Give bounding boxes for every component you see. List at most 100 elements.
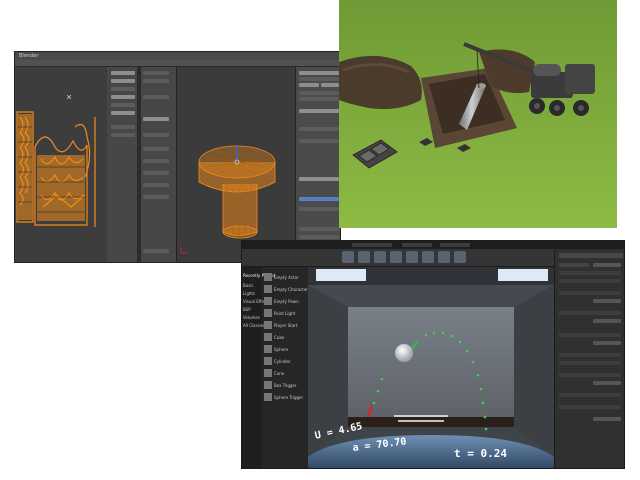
details-row[interactable]	[559, 405, 621, 409]
category-basic[interactable]: Basic	[243, 283, 254, 288]
tool-row[interactable]	[111, 133, 135, 137]
actor-thumbnail	[264, 309, 272, 317]
tool-row[interactable]	[143, 71, 169, 75]
details-panel[interactable]	[554, 249, 624, 468]
details-row[interactable]	[559, 271, 621, 275]
tool-row[interactable]	[143, 159, 169, 163]
actor-list-item[interactable]: Empty Pawn	[274, 299, 299, 304]
details-search[interactable]	[559, 253, 623, 258]
tool-row[interactable]	[143, 79, 169, 83]
tool-row[interactable]	[143, 195, 169, 199]
actor-thumbnail	[264, 369, 272, 377]
editor-tab[interactable]	[352, 243, 392, 247]
actor-list-item[interactable]: Point Light	[274, 311, 295, 316]
editor-title-bar	[242, 241, 624, 249]
tool-row[interactable]	[111, 103, 135, 107]
actor-list-item[interactable]: Box Trigger	[274, 383, 297, 388]
details-row[interactable]	[593, 381, 621, 385]
details-row[interactable]	[559, 333, 621, 337]
actor-list-item[interactable]: Sphere	[274, 347, 288, 352]
editor-tab[interactable]	[440, 243, 470, 247]
details-row[interactable]	[593, 417, 621, 421]
actor-thumbnail	[264, 273, 272, 281]
details-row[interactable]	[559, 311, 621, 315]
source-control-icon[interactable]	[358, 251, 370, 263]
uv-image-editor[interactable]	[15, 67, 107, 262]
category-lights[interactable]: Lights	[243, 291, 255, 296]
blueprints-icon[interactable]	[422, 251, 434, 263]
props-row[interactable]	[299, 227, 339, 231]
actor-list-item[interactable]: Cone	[274, 371, 284, 376]
selected-props-row[interactable]	[299, 197, 339, 201]
panel-scrollbar[interactable]	[137, 67, 141, 262]
props-row[interactable]	[299, 235, 339, 239]
category-volumes[interactable]: Volumes	[243, 315, 260, 320]
actor-list-item[interactable]: Empty Character	[274, 287, 308, 292]
actor-list-item[interactable]: Cylinder	[274, 359, 291, 364]
details-row[interactable]	[559, 263, 589, 267]
tool-row[interactable]	[143, 183, 169, 187]
projectile-ball	[395, 344, 413, 362]
properties-panel[interactable]	[295, 67, 340, 262]
tool-row[interactable]	[143, 147, 169, 151]
cinematics-icon[interactable]	[438, 251, 450, 263]
details-row[interactable]	[559, 361, 621, 365]
details-row[interactable]	[593, 299, 621, 303]
actor-thumbnail	[264, 381, 272, 389]
tool-shelf-panel[interactable]	[107, 67, 177, 262]
actor-list-item[interactable]: Player Start	[274, 323, 298, 328]
props-row[interactable]	[299, 139, 339, 143]
game-scene-view	[339, 0, 617, 228]
actor-thumbnail	[264, 297, 272, 305]
marketplace-icon[interactable]	[390, 251, 402, 263]
room-scene	[308, 267, 554, 468]
actor-list-item[interactable]: Sphere Trigger	[274, 395, 303, 400]
details-row[interactable]	[559, 291, 621, 295]
props-row[interactable]	[299, 77, 339, 81]
tool-row[interactable]	[143, 171, 169, 175]
details-row[interactable]	[593, 319, 621, 323]
editor-tab[interactable]	[402, 243, 432, 247]
details-row[interactable]	[559, 279, 621, 283]
props-row[interactable]	[299, 127, 339, 131]
props-row[interactable]	[299, 97, 339, 101]
tool-row[interactable]	[143, 249, 169, 253]
tool-row[interactable]	[143, 117, 169, 121]
tool-row[interactable]	[111, 111, 135, 115]
level-viewport[interactable]: U = 4.65 a = 70.70 t = 0.24	[308, 267, 554, 468]
tool-row[interactable]	[111, 125, 135, 129]
props-row[interactable]	[299, 91, 339, 95]
excavation-scene	[339, 0, 617, 228]
build-icon[interactable]	[454, 251, 466, 263]
tool-row[interactable]	[143, 133, 169, 137]
details-row[interactable]	[559, 373, 621, 377]
actor-thumbnail	[264, 321, 272, 329]
props-row[interactable]	[299, 109, 339, 113]
tool-row[interactable]	[111, 95, 135, 99]
tool-row[interactable]	[111, 71, 135, 75]
details-row[interactable]	[559, 393, 621, 397]
props-row[interactable]	[321, 83, 339, 87]
tool-row[interactable]	[111, 79, 135, 83]
category-bsp[interactable]: BSP	[243, 307, 251, 312]
tool-row[interactable]	[143, 95, 169, 99]
place-mode-panel: Recently Placed Basic Lights Visual Effe…	[242, 267, 308, 468]
actor-thumbnail	[264, 393, 272, 401]
3d-viewport[interactable]	[177, 67, 295, 262]
settings-icon[interactable]	[406, 251, 418, 263]
props-row[interactable]	[299, 177, 339, 181]
details-row[interactable]	[593, 263, 621, 267]
category-all-classes[interactable]: All Classes	[243, 323, 264, 328]
details-row[interactable]	[559, 353, 621, 357]
save-icon[interactable]	[342, 251, 354, 263]
props-row[interactable]	[299, 83, 319, 87]
props-row[interactable]	[299, 71, 339, 75]
actor-list-item[interactable]: Empty Actor	[274, 275, 299, 280]
actor-list-item[interactable]: Cube	[274, 335, 284, 340]
details-row[interactable]	[593, 341, 621, 345]
tool-row[interactable]	[111, 87, 135, 91]
props-row[interactable]	[299, 207, 339, 211]
actor-list: Empty Actor Empty Character Empty Pawn P…	[264, 269, 308, 468]
content-icon[interactable]	[374, 251, 386, 263]
blender-menubar[interactable]	[15, 60, 340, 67]
